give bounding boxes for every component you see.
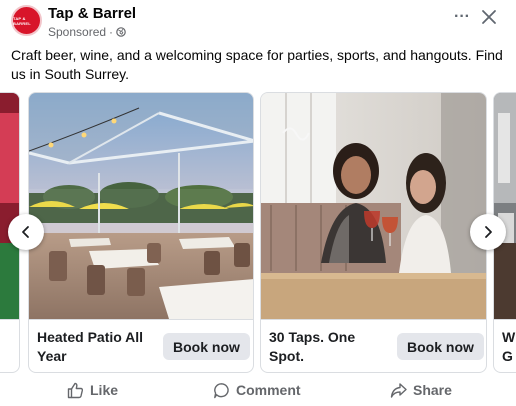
ad-carousel[interactable]: Heated Patio All Year Book now 30 Taps. … xyxy=(0,92,516,374)
thumbs-up-icon xyxy=(67,382,84,398)
page-name-link[interactable]: Tap & Barrel xyxy=(48,5,136,22)
share-label: Share xyxy=(413,382,452,398)
carousel-card[interactable]: 30 Taps. One Spot. Book now xyxy=(260,92,487,373)
card-title: 30 Taps. One Spot. xyxy=(269,329,356,364)
card-title: W G xyxy=(502,329,516,364)
avatar-logo-text: TAP & BARREL xyxy=(13,15,31,26)
close-icon[interactable] xyxy=(479,7,499,27)
book-now-button[interactable]: Book now xyxy=(397,333,484,360)
share-button[interactable]: Share xyxy=(390,379,452,401)
carousel-next-button[interactable] xyxy=(470,214,506,250)
like-button[interactable]: Like xyxy=(67,379,118,401)
post-caption: Craft beer, wine, and a welcoming space … xyxy=(11,47,503,82)
post-header: TAP & BARREL Tap & Barrel Sponsored · ··… xyxy=(0,0,516,44)
previous-card-image xyxy=(0,93,19,319)
sponsored-label[interactable]: Sponsored · xyxy=(48,25,126,39)
comment-label: Comment xyxy=(236,382,301,398)
sponsored-text: Sponsored xyxy=(48,25,107,39)
partial-photo xyxy=(494,93,516,319)
book-now-button[interactable]: Book now xyxy=(163,333,250,360)
globe-icon xyxy=(116,27,126,37)
chevron-right-icon xyxy=(485,226,492,238)
patio-photo xyxy=(29,93,253,319)
post-action-bar: Like Comment Share xyxy=(0,375,516,406)
card-title: Heated Patio All Year xyxy=(37,329,144,364)
share-arrow-icon xyxy=(390,382,407,398)
comment-bubble-icon xyxy=(214,382,229,398)
more-options-button[interactable]: ··· xyxy=(452,7,472,27)
carousel-prev-button[interactable] xyxy=(8,214,44,250)
more-icon: ··· xyxy=(454,8,470,25)
friends-toasting-photo xyxy=(261,93,486,319)
carousel-card[interactable]: Heated Patio All Year Book now xyxy=(28,92,254,373)
page-avatar[interactable]: TAP & BARREL xyxy=(11,5,42,36)
comment-button[interactable]: Comment xyxy=(213,379,301,401)
like-label: Like xyxy=(90,382,119,398)
chevron-left-icon xyxy=(22,226,29,238)
